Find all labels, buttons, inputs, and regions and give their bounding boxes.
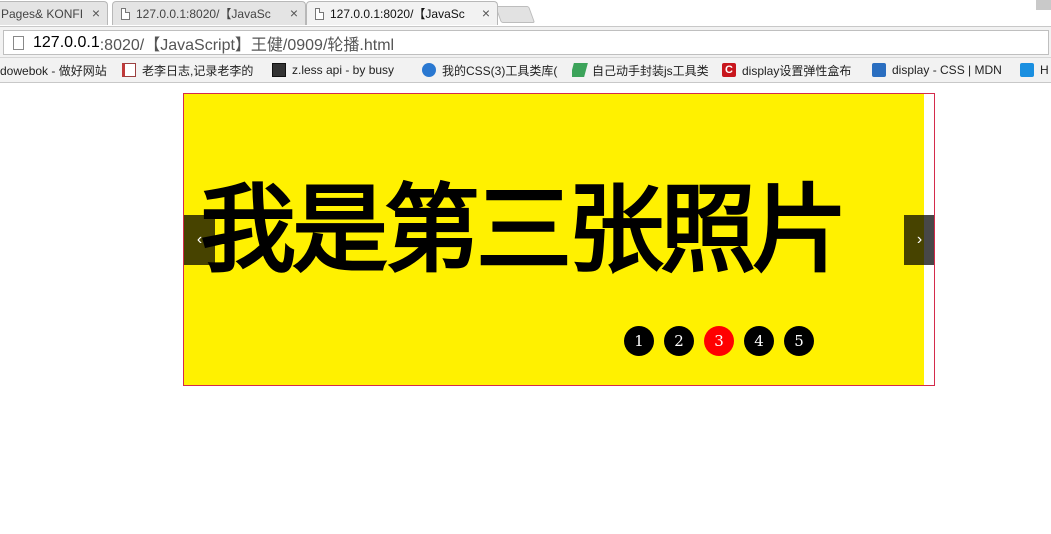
chevron-left-icon: ‹ — [196, 231, 203, 248]
bookmark-label: z.less api - by busy — [292, 63, 395, 77]
tab-pages-konfi[interactable]: Pages& KONFI × — [0, 1, 108, 25]
new-tab-button[interactable] — [494, 6, 536, 23]
mdn-icon — [872, 63, 886, 77]
url-path: :8020/【JavaScript】王健/0909/轮播.html — [99, 36, 395, 54]
carousel-dot-4[interactable]: 4 — [744, 326, 774, 356]
page-icon — [121, 7, 130, 20]
tab-localhost-1[interactable]: 127.0.0.1:8020/【JavaSc × — [112, 1, 306, 25]
carousel-dot-2[interactable]: 2 — [664, 326, 694, 356]
carousel-dot-3[interactable]: 3 — [704, 326, 734, 356]
tab-title: 127.0.0.1:8020/【JavaSc — [136, 7, 271, 21]
bookmark-label: display - CSS | MDN — [892, 63, 1002, 77]
bookmark-label: H — [1040, 63, 1049, 77]
tab-title: Pages& KONFI — [1, 6, 84, 21]
carousel-dot-5[interactable]: 5 — [784, 326, 814, 356]
close-icon[interactable]: × — [482, 6, 490, 20]
chevron-right-icon: › — [916, 231, 923, 248]
bookmark-css-lib[interactable]: 我的CSS(3)工具类库( — [422, 61, 562, 79]
close-icon[interactable]: × — [92, 6, 100, 20]
bookmark-label: display设置弹性盒布 — [742, 63, 852, 78]
css-icon — [422, 63, 436, 77]
bookmark-dowebok[interactable]: dowebok - 做好网站 — [0, 61, 114, 79]
carousel-prev-button[interactable]: ‹ — [184, 215, 215, 265]
bookmark-label: dowebok - 做好网站 — [0, 63, 107, 78]
address-bar[interactable]: 127.0.0.1 :8020/【JavaScript】王健/0909/轮播.h… — [3, 30, 1049, 55]
zless-icon — [272, 63, 286, 77]
slide-caption: 我是第三张照片 — [200, 174, 848, 286]
c-icon: C — [722, 63, 736, 77]
window-corner — [1036, 0, 1051, 10]
bookmark-label: 老李日志,记录老李的 — [142, 63, 254, 78]
bookmarks-bar: dowebok - 做好网站 老李日志,记录老李的 z.less api - b… — [0, 58, 1051, 83]
tool-icon — [572, 63, 588, 77]
book-icon — [122, 63, 136, 77]
carousel: 我是第三张照片 ‹ › 1 2 3 4 5 — [183, 93, 935, 386]
page-icon — [13, 35, 24, 50]
tab-localhost-active[interactable]: 127.0.0.1:8020/【JavaSc × — [306, 1, 498, 25]
wifi-icon — [1020, 63, 1034, 77]
carousel-dot-1[interactable]: 1 — [624, 326, 654, 356]
tab-strip: Pages& KONFI × 127.0.0.1:8020/【JavaSc × … — [0, 0, 1051, 26]
bookmark-js-tools[interactable]: 自己动手封装js工具类 — [572, 61, 712, 79]
bookmark-display-flex[interactable]: C display设置弹性盒布 — [722, 61, 862, 79]
browser-toolbar: 127.0.0.1 :8020/【JavaScript】王健/0909/轮播.h… — [0, 26, 1051, 58]
url-host: 127.0.0.1 — [33, 33, 100, 51]
bookmark-laoli[interactable]: 老李日志,记录老李的 — [122, 61, 264, 79]
bookmark-h[interactable]: H — [1020, 61, 1051, 79]
page-icon — [315, 7, 324, 20]
bookmark-mdn[interactable]: display - CSS | MDN — [872, 61, 1012, 79]
close-icon[interactable]: × — [290, 6, 298, 20]
tab-title: 127.0.0.1:8020/【JavaSc — [330, 7, 465, 21]
bookmark-zless[interactable]: z.less api - by busy — [272, 61, 410, 79]
carousel-next-button[interactable]: › — [904, 215, 934, 265]
bookmark-label: 自己动手封装js工具类 — [592, 63, 709, 78]
bookmark-label: 我的CSS(3)工具类库( — [442, 63, 558, 78]
